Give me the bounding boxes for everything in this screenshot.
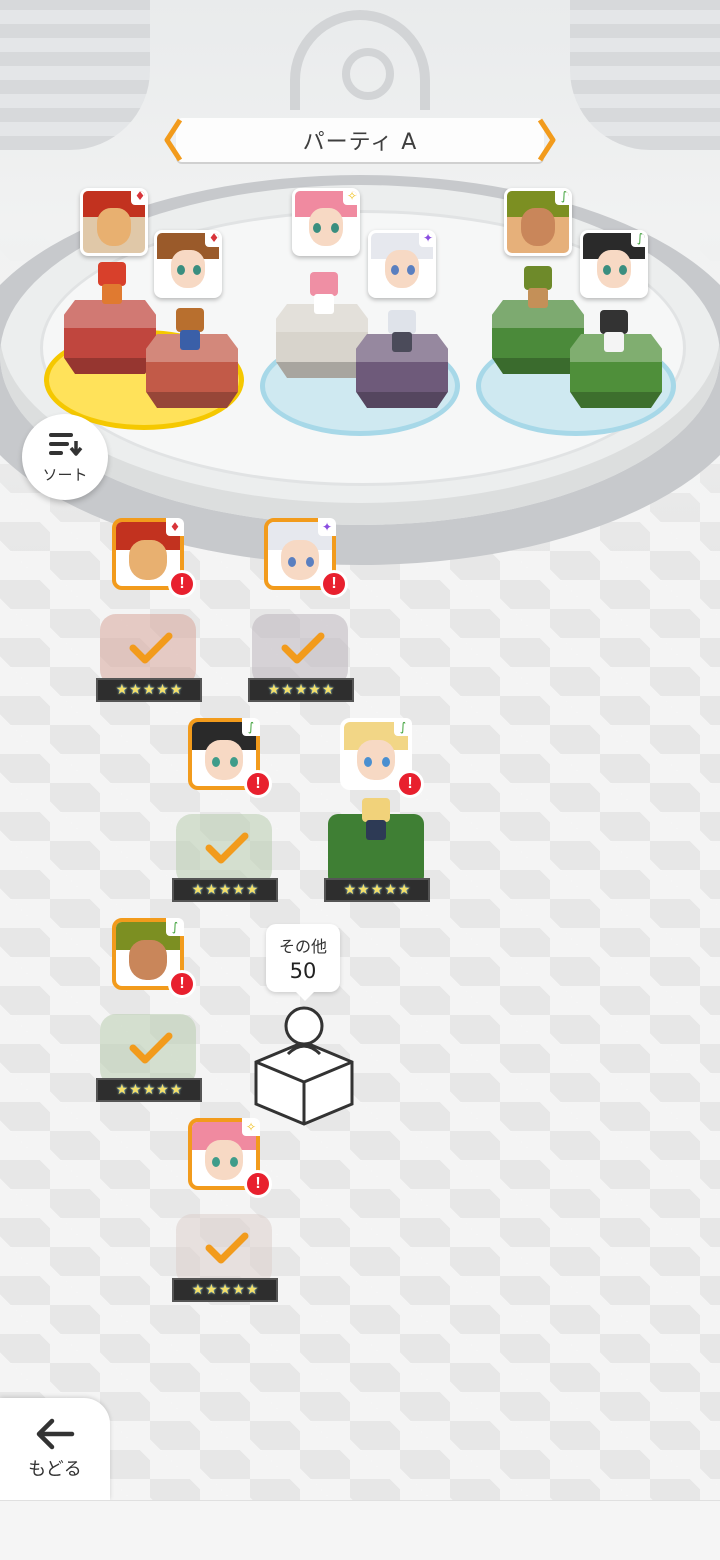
rarity-stars: ★ ★ ★ ★ ★ (96, 1078, 202, 1102)
next-party-button[interactable] (534, 116, 560, 164)
rarity-stars: ★ ★ ★ ★ ★ (172, 878, 278, 902)
wind-icon: ∫ (166, 918, 184, 936)
checkmark-icon (281, 632, 325, 664)
dragon-sprite (92, 262, 132, 308)
chevron-right-icon (537, 118, 556, 162)
alert-badge: ! (168, 570, 196, 598)
silver-girl-sprite (382, 310, 422, 356)
roster-unit-blonde-hair-girl[interactable]: ∫ ! ★ ★ ★ ★ ★ (324, 718, 434, 908)
sort-button[interactable]: ソート (22, 414, 108, 500)
others-placeholder-figure[interactable] (252, 1004, 356, 1126)
pink-girl-sprite (304, 272, 344, 318)
party-name-bar: パーティ A (176, 118, 544, 162)
rarity-stars: ★ ★ ★ ★ ★ (248, 678, 354, 702)
silver-hair-girl-portrait[interactable]: ✦ (368, 230, 436, 298)
arrow-left-icon (36, 1418, 75, 1450)
blonde-girl-sprite (356, 798, 396, 844)
others-bubble: その他 50 (266, 924, 340, 1001)
alert-badge: ! (396, 770, 424, 798)
wind-icon: ∫ (394, 718, 412, 736)
prev-party-button[interactable] (160, 116, 186, 164)
rarity-stars: ★ ★ ★ ★ ★ (96, 678, 202, 702)
light-icon: ✧ (343, 191, 357, 205)
rarity-stars: ★ ★ ★ ★ ★ (324, 878, 430, 902)
chevron-left-icon (164, 118, 183, 162)
others-count: 50 (289, 959, 317, 983)
dark-icon: ✦ (318, 518, 336, 536)
sort-label: ソート (42, 465, 88, 484)
rarity-stars: ★ ★ ★ ★ ★ (172, 1278, 278, 1302)
green-man-sprite (518, 266, 558, 312)
brown-hair-boy-portrait[interactable]: ♦ (154, 230, 222, 298)
alert-badge: ! (320, 570, 348, 598)
roster-unit-black-hair-girl[interactable]: ∫ ! ★ ★ ★ ★ ★ (172, 718, 282, 908)
sort-icon (49, 432, 83, 456)
party-name: パーティ A (302, 130, 418, 155)
wind-icon: ∫ (242, 718, 260, 736)
others-label: その他 (278, 937, 327, 956)
checkmark-icon (129, 1032, 173, 1064)
alert-badge: ! (244, 1170, 272, 1198)
black-girl-sprite (594, 310, 634, 356)
pink-hair-girl-portrait[interactable]: ✧ (292, 188, 360, 256)
roster-unit-dragon[interactable]: ♦ ! ★ ★ ★ ★ ★ (96, 518, 206, 708)
roster-unit-pink-hair-girl[interactable]: ✧ ! ★ ★ ★ ★ ★ (172, 1118, 282, 1308)
checkmark-icon (205, 1232, 249, 1264)
alert-badge: ! (244, 770, 272, 798)
back-button[interactable]: もどる (0, 1398, 110, 1500)
boy-sprite (170, 308, 210, 354)
fire-icon: ♦ (166, 518, 184, 536)
wind-icon: ∫ (631, 233, 645, 247)
dark-icon: ✦ (419, 233, 433, 247)
checkmark-icon (129, 632, 173, 664)
roster-unit-silver-hair-girl[interactable]: ✦ ! ★ ★ ★ ★ ★ (248, 518, 358, 708)
alert-badge: ! (168, 970, 196, 998)
fire-icon: ♦ (205, 233, 219, 247)
checkmark-icon (205, 832, 249, 864)
unit-pedestal (64, 300, 156, 374)
wind-icon: ∫ (555, 191, 569, 205)
bottom-bar (0, 1500, 720, 1560)
green-hair-man-portrait[interactable]: ∫ (504, 188, 572, 256)
back-label: もどる (28, 1459, 82, 1480)
roster-unit-green-hair-man[interactable]: ∫ ! ★ ★ ★ ★ ★ (96, 918, 206, 1108)
fire-icon: ♦ (131, 191, 145, 205)
party-edit-screen: パーティ A ♦ ♦ ✧ ✦ ∫ ∫ ソート ♦ ! ★ ★ ★ ★ ★ ✦ !… (0, 0, 720, 1560)
black-hair-girl-portrait[interactable]: ∫ (580, 230, 648, 298)
dragon-portrait[interactable]: ♦ (80, 188, 148, 256)
